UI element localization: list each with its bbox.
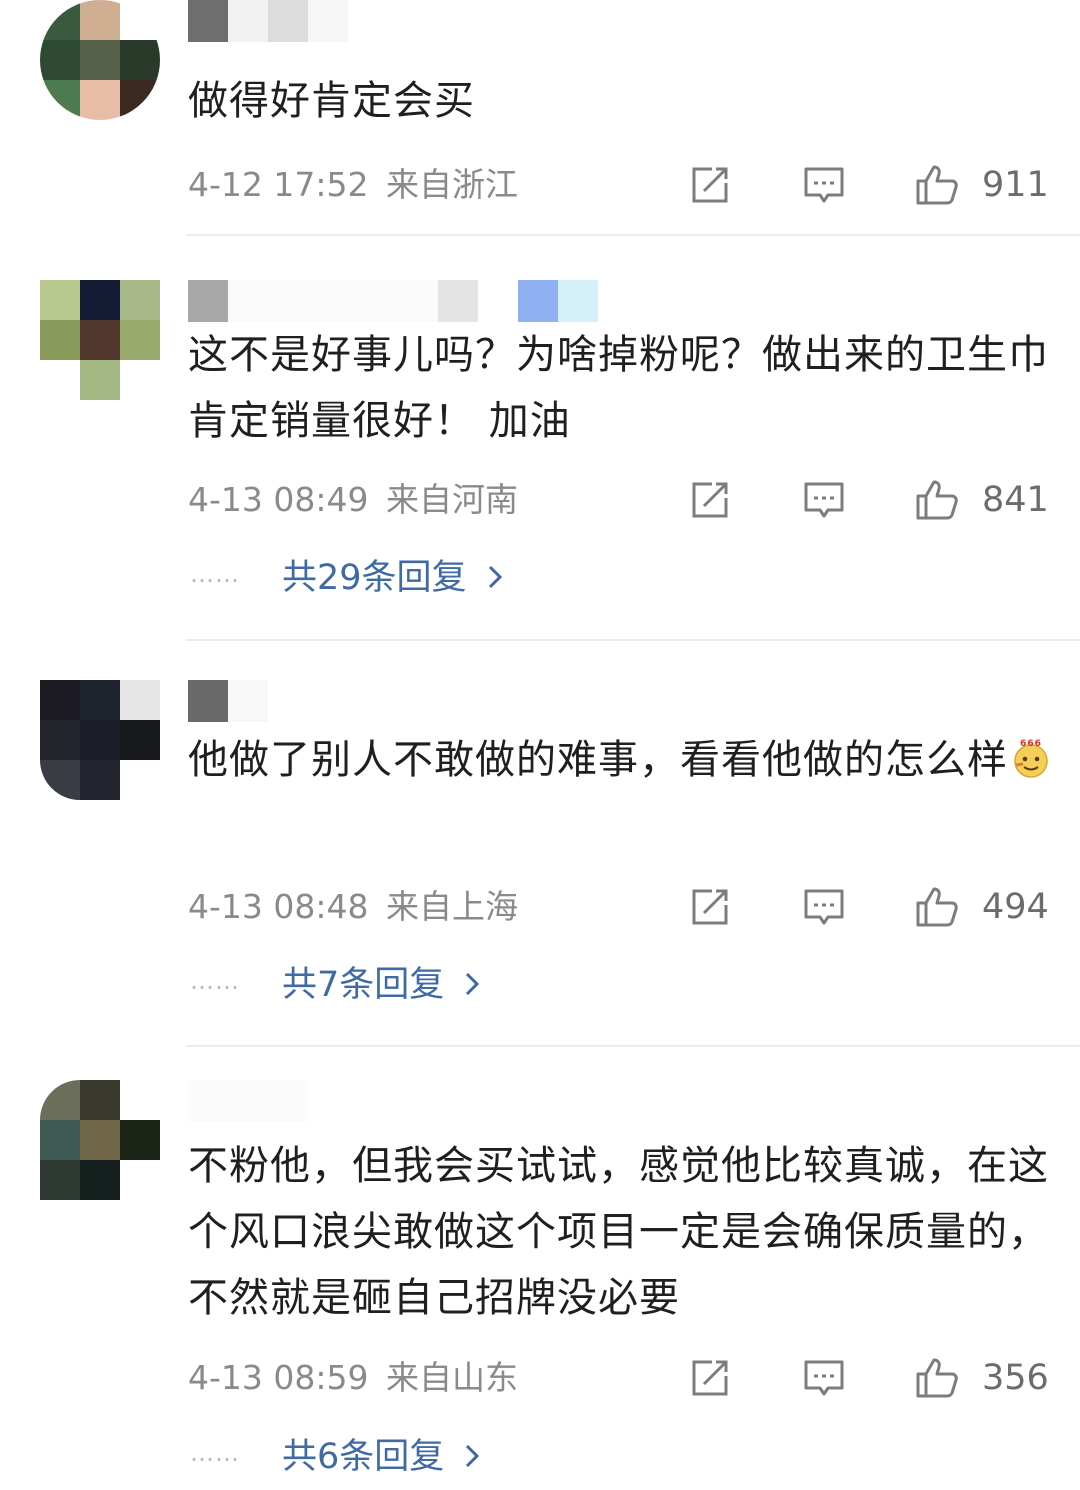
thumbs-up-icon[interactable] [914,1356,958,1400]
comment-meta: 4-13 08:48 来自上海 494 [188,885,1049,929]
comment-location: 来自浙江 [386,165,518,204]
reply-icon[interactable] [802,1356,846,1400]
view-replies-link[interactable]: 共29条回复 [282,553,503,604]
comment-item: 做得好肯定会买 4-12 17:52 来自浙江 911 [0,0,1080,240]
avatar[interactable] [40,280,160,400]
comment-location: 来自山东 [386,1358,518,1397]
thumbs-up-icon[interactable] [914,478,958,522]
username-blurred[interactable] [188,0,348,42]
comment-location: 来自上海 [386,887,518,926]
reply-icon[interactable] [802,163,846,207]
like-count: 494 [982,887,1049,927]
comment-text: 做得好肯定会买 [188,78,475,124]
ellipsis: …… [190,967,240,995]
avatar[interactable] [40,0,160,120]
comment-meta: 4-12 17:52 来自浙江 911 [188,163,1049,207]
avatar[interactable] [40,1080,160,1200]
comment-text: 这不是好事儿吗？为啥掉粉呢？做出来的卫生巾肯定销量很好！ 加油 [188,332,1049,444]
view-replies-label: 共6条回复 [282,1437,445,1477]
comment-time: 4-13 08:49 [188,480,369,519]
share-icon[interactable] [688,1356,732,1400]
username-blurred[interactable] [188,680,268,722]
svg-text:666: 666 [1020,739,1042,749]
comment-meta: 4-13 08:49 来自河南 841 [188,478,1049,522]
comment-item: 这不是好事儿吗？为啥掉粉呢？做出来的卫生巾肯定销量很好！ 加油 4-13 08:… [0,280,1080,640]
comment-meta: 4-13 08:59 来自山东 356 [188,1356,1049,1400]
avatar[interactable] [40,680,160,800]
ellipsis: …… [190,1439,240,1467]
share-icon[interactable] [688,478,732,522]
divider [186,639,1080,641]
thumbs-up-icon[interactable] [914,163,958,207]
ellipsis: …… [190,560,240,588]
reply-icon[interactable] [802,885,846,929]
share-icon[interactable] [688,885,732,929]
view-replies-link[interactable]: 共7条回复 [282,960,480,1011]
comment-text: 他做了别人不敢做的难事，看看他做的怎么样 666 [188,727,1058,793]
comment-item: 不粉他，但我会买试试，感觉他比较真诚，在这个风口浪尖敢做这个项目一定是会确保质量… [0,1080,1080,1490]
chevron-right-icon [487,554,503,604]
reply-icon[interactable] [802,478,846,522]
share-icon[interactable] [688,163,732,207]
divider [186,1045,1080,1047]
like-count: 841 [982,480,1049,520]
comment-text-body: 他做了别人不敢做的难事，看看他做的怎么样 [188,737,1008,783]
comment-item: 他做了别人不敢做的难事，看看他做的怎么样 666 4-13 08:48 来自上海 … [0,680,1080,1046]
divider [186,234,1080,236]
view-replies-label: 共29条回复 [282,558,467,598]
username-blurred[interactable] [188,1080,308,1122]
comment-location: 来自河南 [386,480,518,519]
comment-time: 4-13 08:59 [188,1358,369,1397]
like-count: 911 [982,165,1049,205]
comment-time: 4-12 17:52 [188,165,369,204]
chevron-right-icon [464,961,480,1011]
666-emoji-icon: 666 [1010,733,1052,778]
chevron-right-icon [464,1433,480,1483]
comment-time: 4-13 08:48 [188,887,369,926]
view-replies-link[interactable]: 共6条回复 [282,1432,480,1483]
comment-text: 不粉他，但我会买试试，感觉他比较真诚，在这个风口浪尖敢做这个项目一定是会确保质量… [188,1143,1049,1321]
like-count: 356 [982,1358,1049,1398]
view-replies-label: 共7条回复 [282,965,445,1005]
username-blurred[interactable] [188,280,598,322]
thumbs-up-icon[interactable] [914,885,958,929]
